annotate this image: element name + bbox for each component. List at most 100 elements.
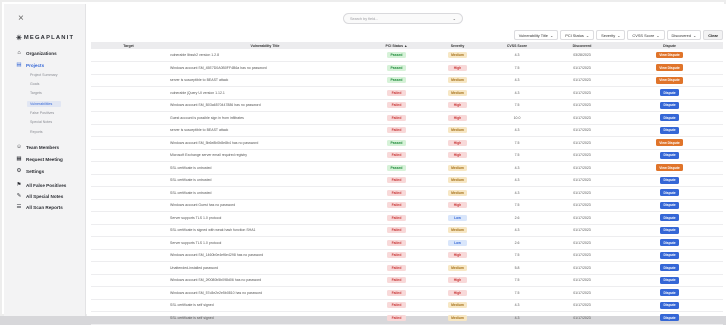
view-dispute-button[interactable]: View Dispute — [656, 64, 683, 72]
vulnerability-title: SSL certificate is untrusted — [166, 174, 364, 187]
vulnerability-title: server is susceptible to BEAST attack — [166, 74, 364, 87]
sidebar-subitem-special-notes[interactable]: Special Notes — [30, 120, 52, 124]
sidebar-subitem-false-positives[interactable]: False Positives — [30, 111, 54, 115]
dispute-button[interactable]: Dispute — [660, 264, 679, 272]
vulnerability-title: Windows account SM_45E7D0A0B0FF4B6a has … — [166, 61, 364, 75]
sidebar-subitem-reports[interactable]: Reports — [30, 130, 43, 134]
close-icon[interactable]: × — [18, 14, 24, 24]
target-cell — [91, 86, 166, 100]
dispute-button[interactable]: Dispute — [660, 226, 679, 234]
vulnerability-title: vulnerable libssh2 version 1.2.8 — [166, 49, 364, 62]
view-dispute-button[interactable]: View Dispute — [656, 51, 683, 59]
view-dispute-button[interactable]: View Dispute — [656, 139, 683, 147]
dispute-button[interactable]: Dispute — [660, 301, 679, 309]
sidebar-item-projects[interactable]: ▤ Projects — [16, 62, 44, 68]
severity-badge: High — [448, 152, 467, 159]
sidebar-item-all-false-positives[interactable]: ⚑ All False Positives — [16, 182, 67, 188]
severity-cell: Medium — [429, 74, 486, 87]
dispute-cell: View Dispute — [616, 61, 723, 75]
sidebar-item-all-scan-reports[interactable]: ☰ All Scan Reports — [16, 204, 63, 210]
dispute-button[interactable]: Dispute — [660, 114, 679, 122]
table-row: SSL certificate is untrusted Passed Medium… — [91, 161, 723, 175]
target-cell — [91, 49, 166, 62]
dispute-cell: Dispute — [616, 174, 723, 187]
dispute-button[interactable]: Dispute — [660, 251, 679, 259]
table-row: SSL certificate is self signed Failed Medi… — [91, 311, 723, 325]
severity-badge: High — [448, 202, 467, 209]
filter-vulnerability-title[interactable]: Vulnerability Title ⌄ — [513, 30, 559, 40]
dispute-button[interactable]: Dispute — [660, 289, 679, 297]
discovered-date: 01/17/2023 — [548, 199, 616, 212]
cvss-score: 5.8 — [486, 261, 548, 275]
sidebar-item-organizations[interactable]: ⌂ Organizations — [16, 50, 56, 56]
severity-badge: Medium — [448, 264, 467, 271]
filter-severity[interactable]: Severity ⌄ — [596, 30, 626, 40]
filter-discovered[interactable]: Discovered ⌄ — [666, 30, 702, 40]
sidebar-item-settings[interactable]: ⚙ Settings — [16, 168, 45, 174]
sidebar-subitem-goals[interactable]: Goals — [30, 82, 39, 86]
table-row: Windows account Guest has no password Fai… — [91, 199, 723, 212]
dispute-button[interactable]: Dispute — [660, 276, 679, 284]
filter-cvss-score[interactable]: CVSS Score ⌄ — [627, 30, 665, 40]
sidebar-subitem-vulnerabilities[interactable]: Vulnerabilities — [27, 101, 61, 108]
severity-cell: Medium — [429, 311, 486, 325]
dispute-button[interactable]: Dispute — [660, 201, 679, 209]
view-dispute-button[interactable]: View Dispute — [656, 76, 683, 84]
dispute-button[interactable]: Dispute — [660, 189, 679, 197]
clear-filters-button[interactable]: Clear — [703, 30, 723, 40]
target-cell — [91, 211, 166, 225]
sidebar-item-label: All Special Notes — [26, 193, 64, 199]
dispute-button[interactable]: Dispute — [660, 101, 679, 109]
sidebar-item-all-special-notes[interactable]: ✎ All Special Notes — [16, 193, 64, 199]
view-dispute-button[interactable]: View Dispute — [656, 164, 683, 172]
calendar-icon: ▦ — [16, 156, 22, 162]
dispute-cell: Dispute — [616, 86, 723, 100]
pci-status-cell: Failed — [364, 224, 429, 237]
cvss-score: 4.3 — [486, 161, 548, 175]
cvss-score: 7.5 — [486, 249, 548, 262]
table-row: Microsoft Exchange server email required… — [91, 149, 723, 162]
severity-badge: High — [448, 102, 467, 109]
filter-pci-status[interactable]: PCI Status ⌄ — [560, 30, 595, 40]
sidebar-item-team-members[interactable]: ☺ Team Members — [16, 144, 59, 150]
dispute-button[interactable]: Dispute — [660, 314, 679, 322]
status-badge: Failed — [387, 227, 406, 234]
severity-badge: High — [448, 277, 467, 284]
target-cell — [91, 61, 166, 75]
pci-status-cell: Failed — [364, 149, 429, 162]
column-header-target: Target — [91, 42, 166, 49]
pci-status-cell: Passed — [364, 136, 429, 150]
dispute-button[interactable]: Dispute — [660, 214, 679, 222]
pci-status-cell: Failed — [364, 199, 429, 212]
discovered-date: 01/17/2023 — [548, 211, 616, 225]
dispute-button[interactable]: Dispute — [660, 176, 679, 184]
severity-badge: Medium — [448, 189, 467, 196]
vulnerability-title: Windows account SM_1460b0e4ef6e4298 has … — [166, 249, 364, 262]
dispute-button[interactable]: Dispute — [660, 151, 679, 159]
building-icon: ⌂ — [17, 50, 21, 56]
dispute-cell: Dispute — [616, 236, 723, 250]
dispute-button[interactable]: Dispute — [660, 89, 679, 97]
discovered-date: 01/17/2023 — [548, 161, 616, 175]
vulnerability-title: SSL certificate is untrusted — [166, 161, 364, 175]
cvss-score: 7.5 — [486, 274, 548, 287]
severity-badge: Medium — [448, 164, 467, 171]
table-row: SSL certificate is self signed Failed Medi… — [91, 299, 723, 312]
sidebar-item-request-meeting[interactable]: ▦ Request Meeting — [16, 156, 62, 162]
severity-badge: High — [448, 114, 467, 121]
dispute-button[interactable]: Dispute — [660, 126, 679, 134]
target-cell — [91, 274, 166, 287]
severity-badge: Medium — [448, 89, 467, 96]
dispute-cell: Dispute — [616, 261, 723, 275]
table-row: Windows account SM_5b6e8b0b8e8b4 has no … — [91, 136, 723, 150]
pci-status-cell: Failed — [364, 286, 429, 300]
dispute-cell: Dispute — [616, 274, 723, 287]
dispute-button[interactable]: Dispute — [660, 239, 679, 247]
sidebar-subitem-targets[interactable]: Targets — [30, 91, 42, 95]
table-row: SSL certificate is signed with weak hash… — [91, 224, 723, 237]
column-header-pci-status[interactable]: PCI Status ▲ — [364, 42, 429, 49]
table-row: server is susceptible to BEAST attack Fai… — [91, 124, 723, 137]
search-dropdown[interactable]: Search by field... ⌄ — [343, 13, 463, 24]
dispute-cell: Dispute — [616, 124, 723, 137]
sidebar-subitem-project-summary[interactable]: Project Summary — [30, 73, 58, 77]
